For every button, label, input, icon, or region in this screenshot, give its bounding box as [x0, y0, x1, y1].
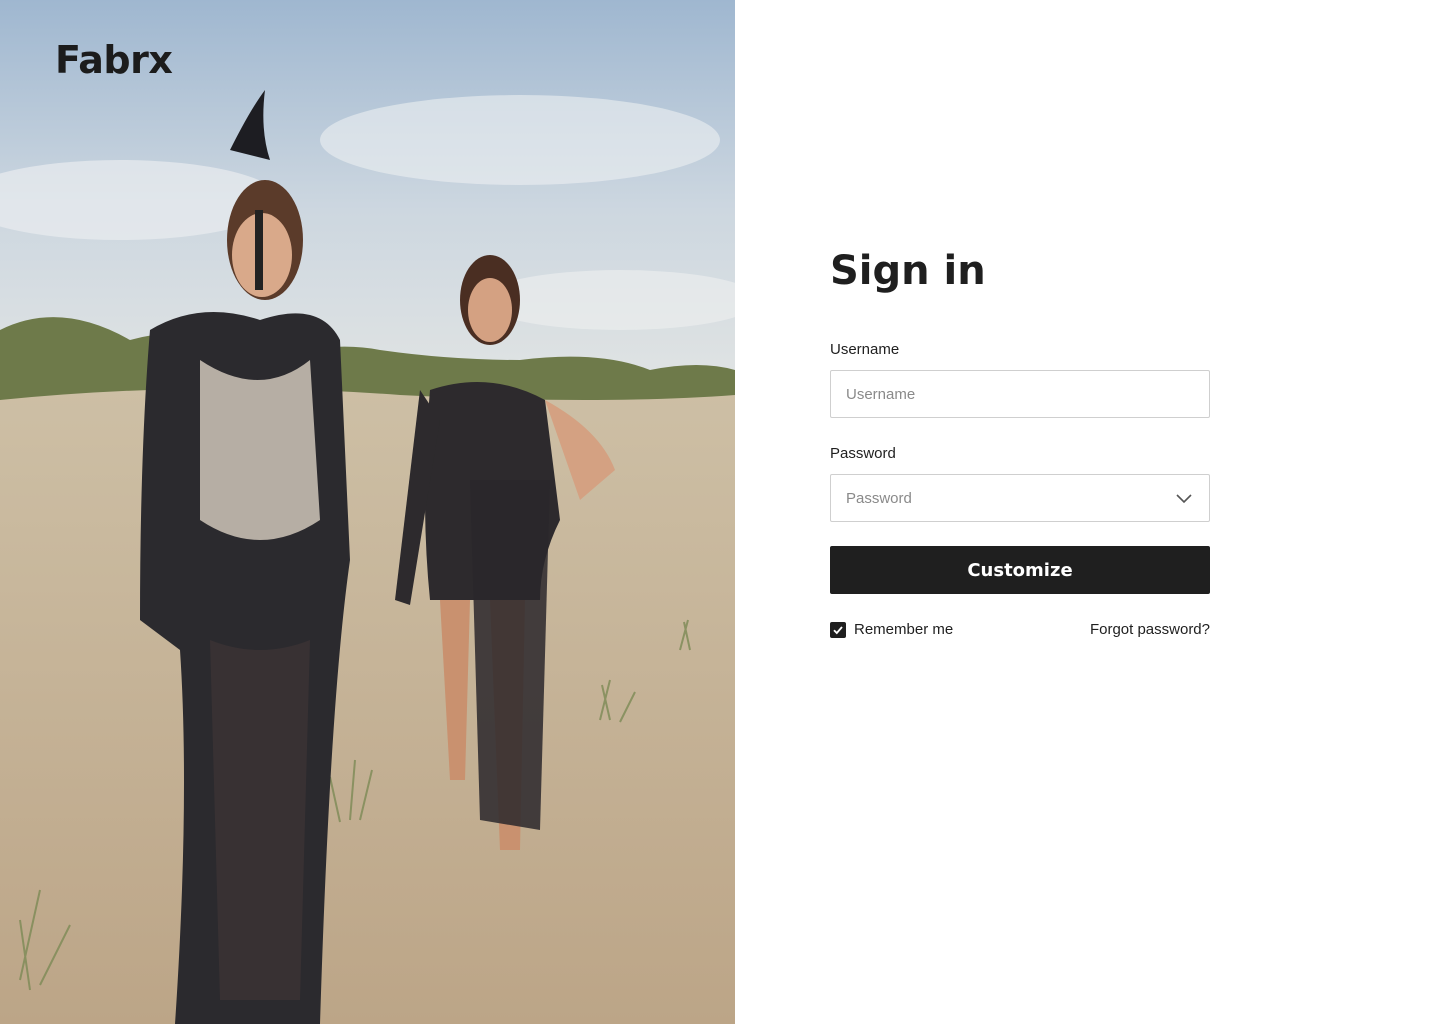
- checkmark-icon: [833, 625, 843, 634]
- remember-me-checkbox[interactable]: [830, 621, 846, 638]
- chevron-down-icon[interactable]: [1175, 490, 1193, 506]
- fashion-photo-image: [0, 0, 735, 1024]
- forgot-password-link[interactable]: Forgot password?: [1090, 621, 1210, 638]
- remember-me-toggle[interactable]: Remember me: [830, 621, 953, 638]
- username-label: Username: [830, 341, 900, 358]
- username-input[interactable]: [830, 370, 1210, 418]
- customize-button[interactable]: Customize: [830, 546, 1210, 594]
- remember-me-label: Remember me: [854, 621, 954, 638]
- page-title: Sign in: [830, 248, 986, 294]
- brand-logo[interactable]: Fabrx: [55, 38, 173, 82]
- password-label: Password: [830, 445, 896, 462]
- hero-image-panel: Fabrx: [0, 0, 735, 1024]
- password-input[interactable]: [830, 474, 1210, 522]
